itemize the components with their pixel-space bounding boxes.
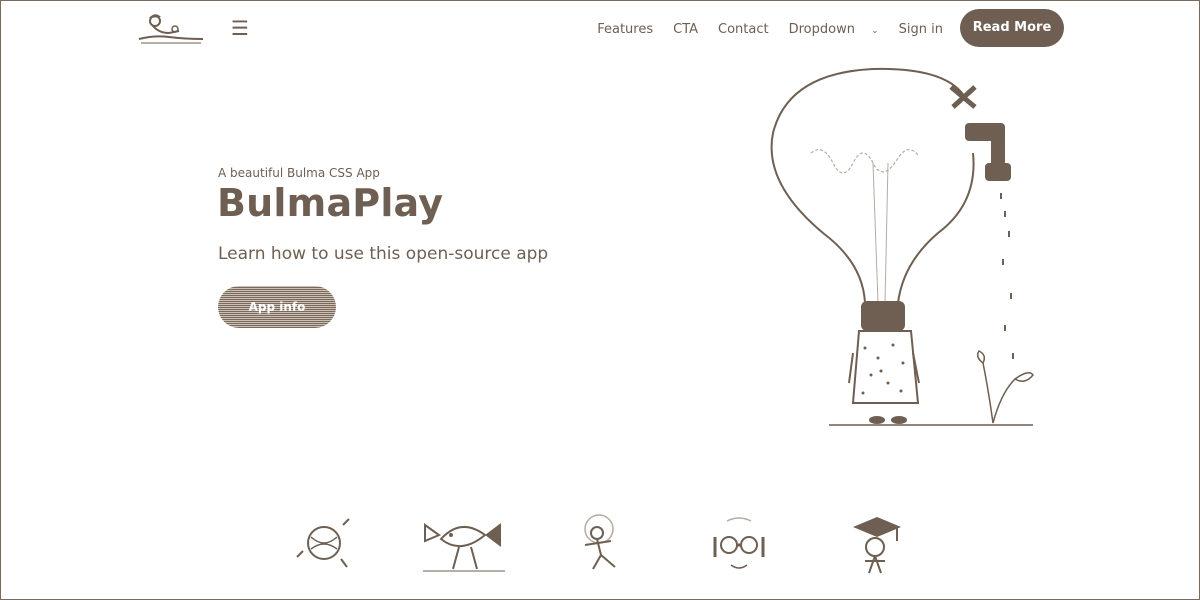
nav-links: Features CTA Contact Dropdown ⌄ Sign in: [597, 19, 943, 39]
nav-link-features[interactable]: Features: [597, 22, 653, 37]
nav-link-contact[interactable]: Contact: [718, 22, 769, 37]
nav-dropdown[interactable]: Dropdown ⌄: [789, 22, 879, 37]
hamburger-menu-icon[interactable]: ☰: [229, 17, 251, 39]
fish-walking-icon: [423, 523, 505, 572]
nav-link-sign-in[interactable]: Sign in: [899, 22, 943, 37]
glasses-face-icon: [713, 517, 765, 569]
lightbulb-faucet-plant-illustration: [770, 67, 1034, 426]
nav-dropdown-label: Dropdown: [788, 21, 855, 37]
hero-title: BulmaPlay: [217, 181, 444, 225]
app-info-button[interactable]: App info: [218, 286, 336, 328]
person-reading-logo-icon[interactable]: [135, 9, 207, 49]
hero-subtitle: A beautiful Bulma CSS App: [218, 166, 380, 180]
graduate-cap-icon: [853, 517, 901, 574]
ball-of-yarn-icon: [296, 518, 350, 568]
hero-description: Learn how to use this open-source app: [218, 244, 549, 264]
chevron-down-icon: ⌄: [871, 25, 879, 36]
read-more-button[interactable]: Read More: [960, 9, 1064, 47]
nav-link-cta[interactable]: CTA: [673, 22, 698, 37]
dancing-figure-icon: [584, 514, 616, 570]
navbar: ☰ Features CTA Contact Dropdown ⌄ Sign i…: [1, 1, 1200, 57]
features-icons-row: [1, 511, 1200, 581]
